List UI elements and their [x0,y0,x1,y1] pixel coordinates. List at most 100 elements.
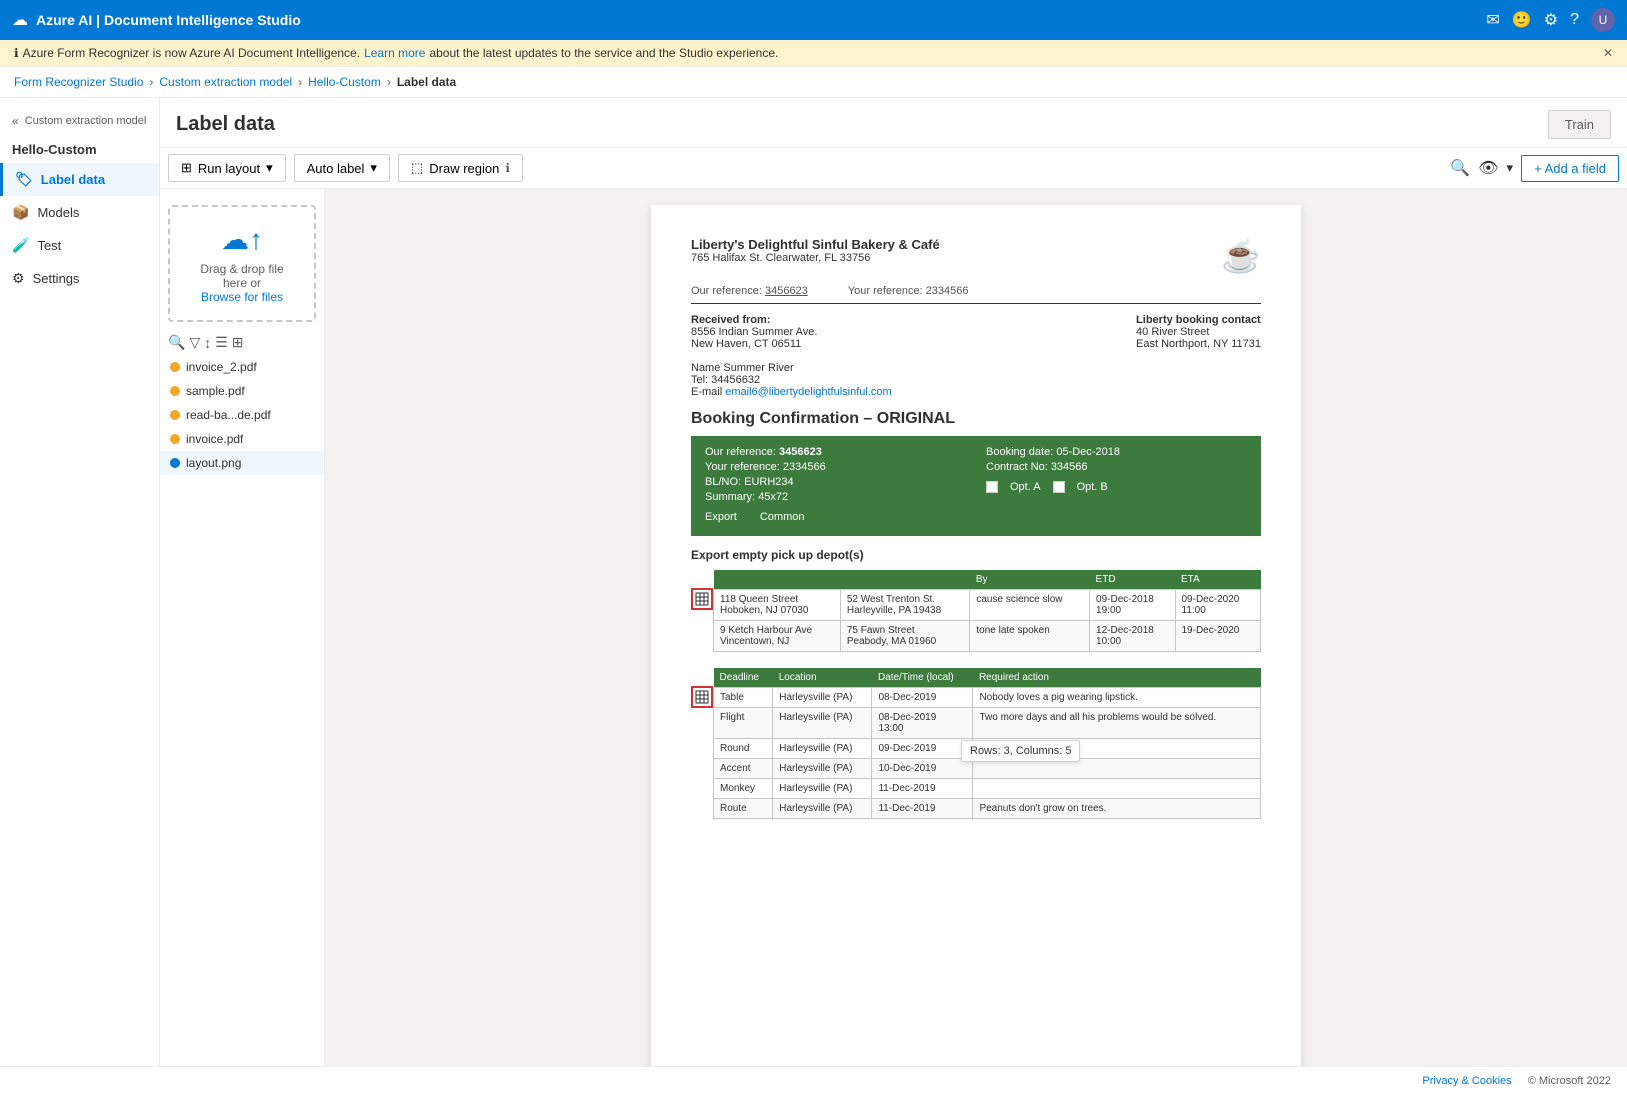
file-item-layout[interactable]: layout.png [160,451,324,475]
sidebar-label-data-text: Label data [41,172,105,187]
file-name: read-ba...de.pdf [186,408,271,422]
doc-table-1: By ETD ETA 118 Queen StreetHoboken, NJ 0… [713,570,1261,652]
page-header: Label data Train [160,98,1627,148]
t2-r2c1: Flight [714,708,773,739]
draw-region-button[interactable]: ⬚ Draw region ℹ [398,154,523,182]
info-icon: ℹ [14,46,19,60]
sidebar-item-settings[interactable]: ⚙ Settings [0,262,159,295]
avatar[interactable]: U [1591,8,1615,32]
t2-r3c2: Harleysville (PA) [773,739,872,759]
privacy-link[interactable]: Privacy & Cookies [1422,1075,1511,1087]
breadcrumb-hello-custom[interactable]: Hello-Custom [308,75,381,89]
add-field-button[interactable]: + Add a field [1521,155,1619,182]
opt-a-label: Opt. A [1010,481,1041,493]
received-from-label: Received from: [691,314,770,326]
file-grid-icon[interactable]: ⊞ [232,334,244,351]
upload-icon: ☁↑ [178,223,306,256]
table1-icon[interactable] [691,588,713,610]
t2-r1c2: Harleysville (PA) [773,688,872,708]
t2-r5c4 [973,779,1261,799]
learn-more-link[interactable]: Learn more [364,46,425,60]
browse-link[interactable]: Browse for files [201,290,283,304]
t2-r1c1: Table [714,688,773,708]
file-item-sample[interactable]: sample.pdf [160,379,324,403]
t2-col4-header: Required action [973,668,1261,688]
gb-your-ref-value: 2334566 [783,461,826,473]
booking-title: Booking Confirmation – ORIGINAL [691,410,1261,428]
view-icon[interactable]: 👁 [1478,158,1498,178]
settings-icon[interactable]: ⚙ [1544,10,1558,30]
t1-r2c1: 9 Ketch Harbour AveVincentown, NJ [714,621,841,652]
file-item-invoice2[interactable]: invoice_2.pdf [160,355,324,379]
green-box-grid: Our reference: 3456623 Your reference: 2… [705,446,1247,526]
sidebar-settings-text: Settings [33,271,80,286]
bl-row: BL/NO: EURH234 [705,476,966,488]
gb-export-label: Export [705,511,737,523]
train-button[interactable]: Train [1548,110,1611,139]
t2-r2c3: 08-Dec-201913:00 [872,708,973,739]
gb-summary-value: 45x72 [758,491,788,503]
t1-r1c4: 09-Dec-201819:00 [1090,590,1175,621]
sidebar-item-models[interactable]: 📦 Models [0,196,159,229]
company-address: 765 Halifax St. Clearwater, FL 33756 [691,252,940,264]
collapse-icon[interactable]: « [12,114,19,128]
breadcrumb-form-recognizer[interactable]: Form Recognizer Studio [14,75,143,89]
t2-col3-header: Date/Time (local) [872,668,973,688]
main-layout: « Custom extraction model Hello-Custom 🏷… [0,98,1627,1066]
table2-icon[interactable] [691,686,713,708]
gb-contract-value: 334566 [1051,461,1088,473]
doc-ref-line: Our reference: 3456623 Your reference: 2… [691,285,1261,304]
view-dropdown-icon[interactable]: ▾ [1507,160,1514,176]
file-search-icon[interactable]: 🔍 [168,334,185,351]
message-icon[interactable]: ✉ [1486,10,1499,30]
notification-close[interactable]: ✕ [1603,46,1613,60]
file-sort-icon[interactable]: ↕ [204,335,211,351]
run-layout-dropdown-icon[interactable]: ▾ [266,160,273,176]
gb-bl-label: BL/NO: [705,476,741,488]
sidebar-item-test[interactable]: 🧪 Test [0,229,159,262]
emoji-icon[interactable]: 🙂 [1512,10,1532,30]
top-bar: ☁ Azure AI | Document Intelligence Studi… [0,0,1627,40]
t1-col2-header [840,570,970,590]
doc-viewer[interactable]: Liberty's Delightful Sinful Bakery & Caf… [325,189,1627,1066]
t1-col1-header [714,570,841,590]
t2-r6c3: 11-Dec-2019 [872,799,973,819]
file-item-readba[interactable]: read-ba...de.pdf [160,403,324,427]
t2-r1c3: 08-Dec-2019 [872,688,973,708]
table-row: Flight Harleysville (PA) 08-Dec-201913:0… [714,708,1261,739]
table-row: Table Harleysville (PA) 08-Dec-2019 Nobo… [714,688,1261,708]
t2-r5c2: Harleysville (PA) [773,779,872,799]
green-box-right: Booking date: 05-Dec-2018 Contract No: 3… [986,446,1247,526]
t1-r2c3: tone late spoken [970,621,1090,652]
tel-label: Tel: 34456632 [691,374,892,386]
summary-row: Summary: 45x72 [705,491,966,503]
t1-r2c4: 12-Dec-201810:00 [1090,621,1175,652]
company-name: Liberty's Delightful Sinful Bakery & Caf… [691,237,940,252]
breadcrumb-custom-model[interactable]: Custom extraction model [159,75,292,89]
sidebar-item-label-data[interactable]: 🏷 Label data [0,163,159,196]
notification-bar: ℹ Azure Form Recognizer is now Azure AI … [0,40,1627,67]
file-filter-icon[interactable]: ▽ [189,334,200,351]
your-ref-value: 2334566 [926,285,969,297]
help-icon[interactable]: ? [1570,11,1579,29]
auto-label-button[interactable]: Auto label ▾ [294,154,390,182]
t1-col4-header: ETD [1090,570,1175,590]
file-list-icon[interactable]: ☰ [215,334,228,351]
run-layout-button[interactable]: ⊞ Run layout ▾ [168,154,286,182]
file-name: sample.pdf [186,384,245,398]
sidebar-header: « Custom extraction model [0,106,159,136]
contract-row: Contract No: 334566 [986,461,1247,473]
received-addr1: 8556 Indian Summer Ave. [691,326,892,338]
email-link[interactable]: email6@libertydelightfulsinful.com [725,386,891,398]
auto-label-dropdown-icon[interactable]: ▾ [370,160,377,176]
t1-col5-header: ETA [1175,570,1261,590]
file-item-invoice[interactable]: invoice.pdf [160,427,324,451]
contact-addr2: East Northport, NY 11731 [1136,338,1261,350]
t2-r4c1: Accent [714,759,773,779]
checkbox-a [986,481,998,493]
sidebar-test-text: Test [37,238,61,253]
draw-region-info-icon[interactable]: ℹ [505,161,510,175]
booking-date-row: Booking date: 05-Dec-2018 [986,446,1247,458]
file-upload-zone[interactable]: ☁↑ Drag & drop file here or Browse for f… [168,205,316,322]
search-icon[interactable]: 🔍 [1450,158,1470,178]
